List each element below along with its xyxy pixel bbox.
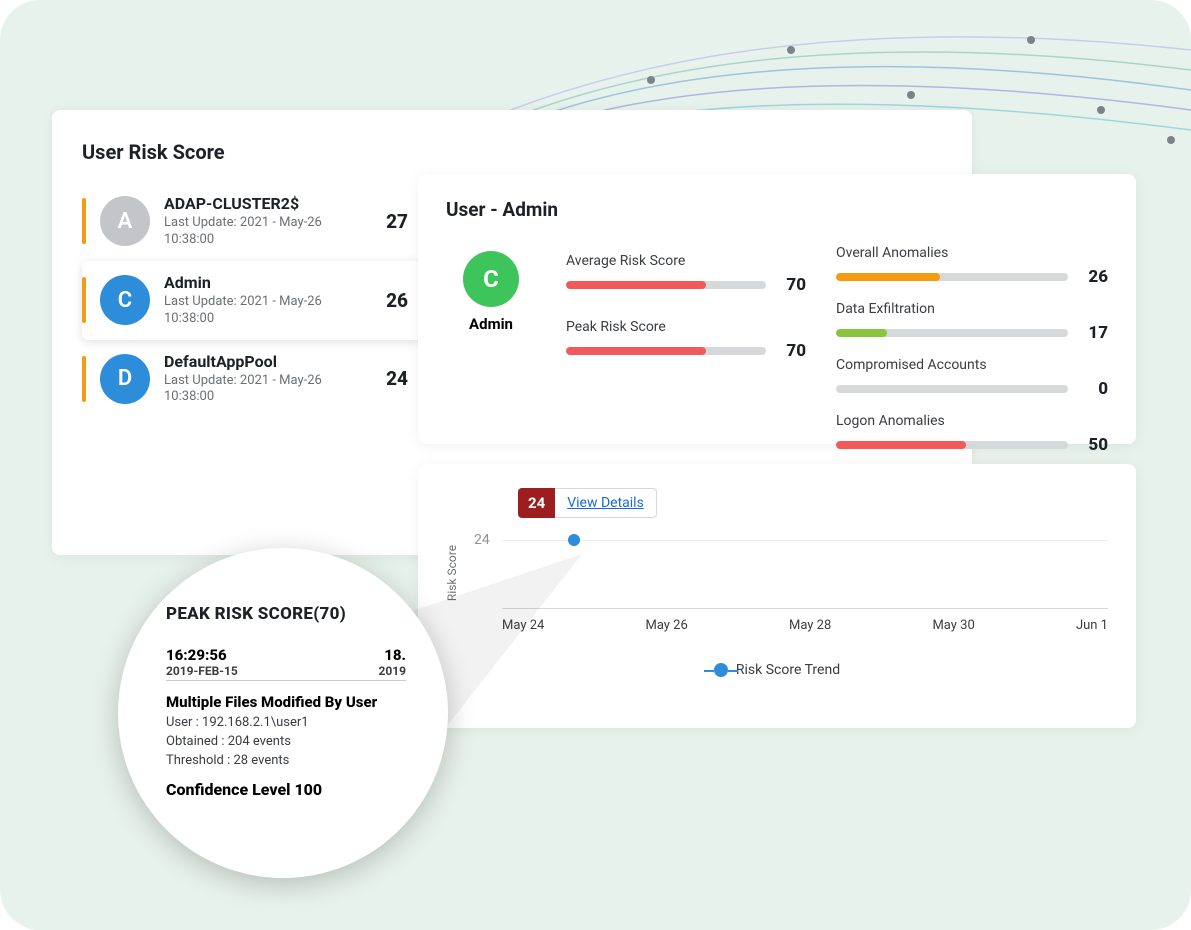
tooltip-value: 24 [518,488,555,518]
user-last-update: Last Update: 2021 - May-26 10:38:00 [164,215,372,249]
avatar: A [100,196,150,246]
chart-legend: Risk Score Trend [446,662,1108,678]
peak-risk-detail-popup: PEAK RISK SCORE(70) 16:29:56 2019-FEB-15… [118,548,448,878]
accent-bar [82,277,86,323]
bar-track [566,347,766,355]
zoom-threshold-line: Threshold : 28 events [166,753,406,768]
zoom-confidence: Confidence Level 100 [166,780,406,799]
user-detail-panel: User - Admin C Admin Average Risk Score 7… [418,174,1136,444]
bar-track [836,385,1068,393]
user-last-update: Last Update: 2021 - May-26 10:38:00 [164,294,372,328]
risk-metrics: Average Risk Score 70 Peak Risk Score 70 [566,245,806,455]
zoom-time-2: 18. [384,646,406,664]
anomaly-item: Compromised Accounts 0 [836,357,1108,399]
zoom-title: PEAK RISK SCORE(70) [166,604,406,624]
zoom-event-title: Multiple Files Modified By User [166,693,406,711]
user-row[interactable]: D DefaultAppPool Last Update: 2021 - May-2… [82,340,422,419]
bar-track [836,441,1068,449]
chart-area[interactable]: Risk Score 24 24 View Details May 24May … [478,488,1108,658]
anomaly-item: Overall Anomalies 26 [836,245,1108,287]
bar-value: 17 [1080,323,1108,343]
user-list: A ADAP-CLUSTER2$ Last Update: 2021 - May-2… [82,182,422,418]
chart-tooltip: 24 View Details [518,488,657,518]
detail-avatar: C [463,251,519,307]
bar-value: 50 [1080,435,1108,455]
bar-track [836,273,1068,281]
user-score: 26 [386,289,408,312]
zoom-time-1: 16:29:56 [166,646,238,664]
chart-x-axis [502,608,1108,609]
anomaly-metrics: Overall Anomalies 26 Data Exfiltration 17 Co… [836,245,1108,455]
accent-bar [82,198,86,244]
user-last-update: Last Update: 2021 - May-26 10:38:00 [164,373,372,407]
legend-label: Risk Score Trend [736,662,840,678]
x-tick: May 28 [789,618,831,633]
metric-label: Average Risk Score [566,253,806,269]
bar-track [566,281,766,289]
x-tick: Jun 1 [1076,618,1108,633]
user-name: ADAP-CLUSTER2$ [164,194,372,213]
user-name: Admin [164,273,372,292]
legend-marker-icon [714,663,728,677]
anomaly-item: Data Exfiltration 17 [836,301,1108,343]
risk-trend-panel: Risk Score 24 24 View Details May 24May … [418,464,1136,728]
chart-y-tick: 24 [474,532,490,548]
metric-label: Compromised Accounts [836,357,1108,373]
user-name: DefaultAppPool [164,352,372,371]
risk-metric-item: Peak Risk Score 70 [566,319,806,361]
bar-value: 26 [1080,267,1108,287]
detail-avatar-label: Admin [469,315,513,333]
bar-value: 0 [1080,379,1108,399]
zoom-user-line: User : 192.168.2.1\user1 [166,715,406,730]
bar-track [836,329,1068,337]
x-tick: May 24 [502,618,544,633]
zoom-obtained-line: Obtained : 204 events [166,734,406,749]
x-tick: May 26 [645,618,687,633]
bar-fill [836,329,887,337]
panel-title: User Risk Score [82,140,972,164]
user-score: 27 [386,210,408,233]
risk-metric-item: Average Risk Score 70 [566,253,806,295]
bar-value: 70 [778,275,806,295]
zoom-date-1: 2019-FEB-15 [166,664,238,678]
metric-label: Data Exfiltration [836,301,1108,317]
bar-value: 70 [778,341,806,361]
user-score: 24 [386,367,408,390]
metric-label: Logon Anomalies [836,413,1108,429]
bar-fill [836,441,966,449]
bar-fill [836,273,940,281]
metric-label: Peak Risk Score [566,319,806,335]
chart-x-ticks: May 24 May 26 May 28 May 30 Jun 1 [502,618,1108,633]
avatar: D [100,354,150,404]
chart-y-axis-label: Risk Score [445,545,459,601]
chart-gridline [502,540,1108,541]
avatar: C [100,275,150,325]
user-row[interactable]: A ADAP-CLUSTER2$ Last Update: 2021 - May-2… [82,182,422,261]
bar-fill [566,281,706,289]
accent-bar [82,356,86,402]
zoom-date-2: 2019 [378,664,406,678]
x-tick: May 30 [932,618,974,633]
bar-fill [566,347,706,355]
detail-title: User - Admin [446,198,1108,221]
view-details-link[interactable]: View Details [555,488,657,518]
chart-data-point[interactable] [568,534,580,546]
user-row[interactable]: C Admin Last Update: 2021 - May-26 10:38:0… [82,261,422,340]
metric-label: Overall Anomalies [836,245,1108,261]
anomaly-item: Logon Anomalies 50 [836,413,1108,455]
